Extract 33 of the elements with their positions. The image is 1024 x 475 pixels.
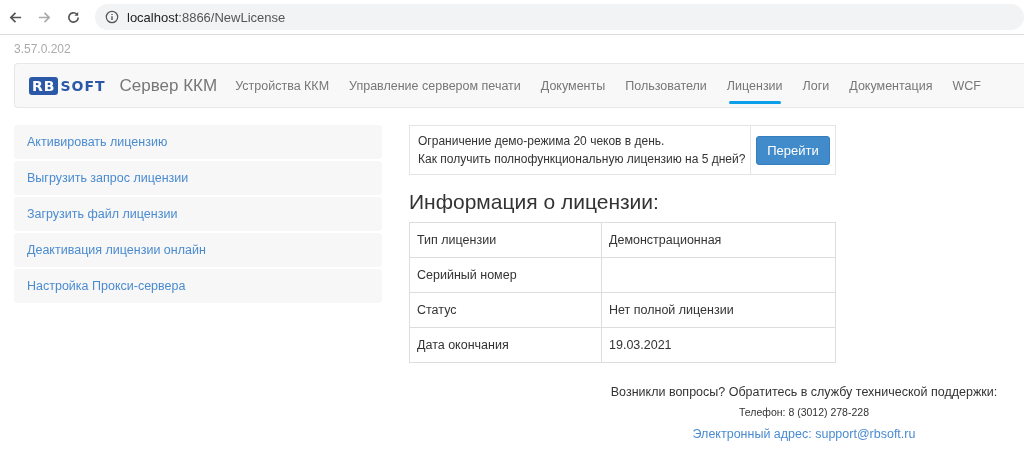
nav-tab[interactable]: WCF [942, 64, 991, 107]
brand-title[interactable]: Сервер ККМ [119, 75, 218, 96]
sidebar-item[interactable]: Настройка Прокси-сервера [14, 269, 382, 303]
nav-tab[interactable]: Лицензии [716, 64, 793, 107]
nav-tab[interactable]: Документация [839, 64, 943, 107]
support-text: Возникли вопросы? Обратитесь в службу технической поддержки: [610, 385, 998, 399]
table-cell: 19.03.2021 [601, 327, 836, 363]
nav-tab[interactable]: Управление сервером печати [339, 64, 531, 107]
section-heading: Информация о лицензии: [409, 190, 660, 214]
reload-icon[interactable] [66, 9, 81, 25]
go-button[interactable]: Перейти [756, 135, 830, 165]
table-cell: Нет полной лицензии [601, 292, 836, 328]
sidebar-item[interactable]: Выгрузить запрос лицензии [14, 161, 382, 195]
nav-tab[interactable]: Логи [792, 64, 840, 107]
logo[interactable]: RB SOFT [29, 76, 106, 95]
nav-tab[interactable]: Документы [530, 64, 616, 107]
table-cell: Серийный номер [409, 257, 602, 293]
version-text: 3.57.0.202 [14, 41, 72, 58]
table-cell: Тип лицензии [409, 222, 602, 258]
address-bar[interactable]: localhost:8866/NewLicense [95, 4, 1024, 30]
table-cell: Дата окончания [409, 327, 602, 363]
nav-tab[interactable]: Устройства ККМ [225, 64, 340, 107]
table-cell: Статус [409, 292, 602, 328]
phone-text: Телефон: 8 (3012) 278-228 [739, 406, 869, 418]
sidebar-item[interactable]: Активировать лицензию [14, 125, 382, 159]
info-icon[interactable] [105, 10, 119, 24]
url-text: localhost:8866/NewLicense [127, 9, 286, 25]
sidebar-item[interactable]: Деактивация лицензии онлайн [14, 233, 382, 267]
email-link[interactable]: Электронный адрес: support@rbsoft.ru [692, 427, 916, 441]
sidebar-item[interactable]: Загрузить файл лицензии [14, 197, 382, 231]
table-cell: Демонстрационная [601, 222, 836, 258]
nav-tab[interactable]: Пользователи [615, 64, 717, 107]
notice-text: Ограничение демо-режима 20 чеков в день. Как получить полнофункциональную лицензию на 5 дней? [410, 126, 751, 174]
